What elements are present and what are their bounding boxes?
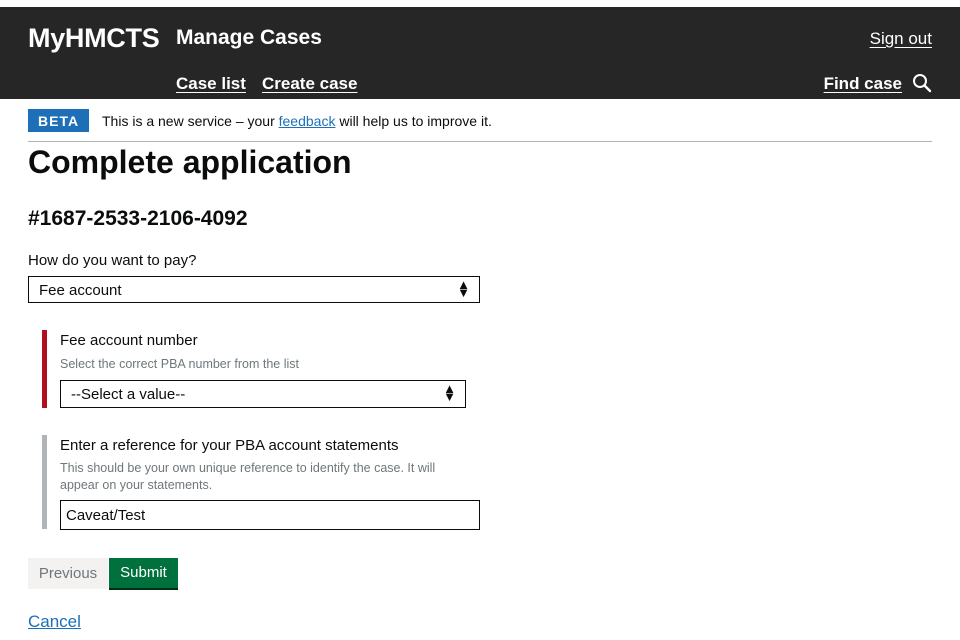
search-icon[interactable]: [912, 73, 932, 93]
field-group-bar: [42, 435, 47, 529]
service-name[interactable]: Manage Cases: [176, 26, 322, 50]
nav-find-case[interactable]: Find case: [824, 74, 902, 94]
phase-text-after: will help us to improve it.: [339, 113, 492, 129]
sign-out-link[interactable]: Sign out: [870, 29, 932, 49]
page-title: Complete application: [28, 144, 352, 180]
phase-banner: BETA This is a new service – your feedba…: [28, 108, 932, 142]
phase-banner-text: This is a new service – your feedback wi…: [102, 113, 492, 129]
payment-method-value: Fee account: [39, 282, 122, 299]
select-arrows-icon: ▲ ▼: [443, 381, 456, 404]
payment-method-label: How do you want to pay?: [28, 252, 197, 269]
phase-text-before: This is a new service – your: [102, 113, 275, 129]
previous-button[interactable]: Previous: [28, 558, 108, 589]
nav-create-case[interactable]: Create case: [262, 74, 357, 94]
cancel-link[interactable]: Cancel: [28, 612, 81, 632]
header: MyHMCTS Manage Cases Sign out Case list …: [0, 7, 960, 99]
fee-account-hint: Select the correct PBA number from the l…: [60, 357, 299, 371]
nav-case-list[interactable]: Case list: [176, 74, 246, 94]
reference-label: Enter a reference for your PBA account s…: [60, 437, 399, 454]
feedback-link[interactable]: feedback: [279, 113, 336, 129]
payment-method-select[interactable]: Fee account ▲ ▼: [28, 276, 480, 303]
error-indicator-bar: [42, 330, 47, 408]
brand-logo[interactable]: MyHMCTS: [28, 23, 160, 54]
fee-account-label: Fee account number: [60, 332, 198, 349]
select-arrows-icon: ▲ ▼: [457, 277, 470, 300]
fee-account-value: --Select a value--: [71, 386, 186, 403]
reference-input[interactable]: Caveat/Test: [60, 500, 480, 530]
fee-account-select[interactable]: --Select a value-- ▲ ▼: [60, 380, 466, 408]
submit-button[interactable]: Submit: [109, 558, 178, 590]
beta-tag: BETA: [28, 109, 90, 132]
case-reference: #1687-2533-2106-4092: [28, 207, 248, 230]
reference-hint: This should be your own unique reference…: [60, 461, 436, 492]
